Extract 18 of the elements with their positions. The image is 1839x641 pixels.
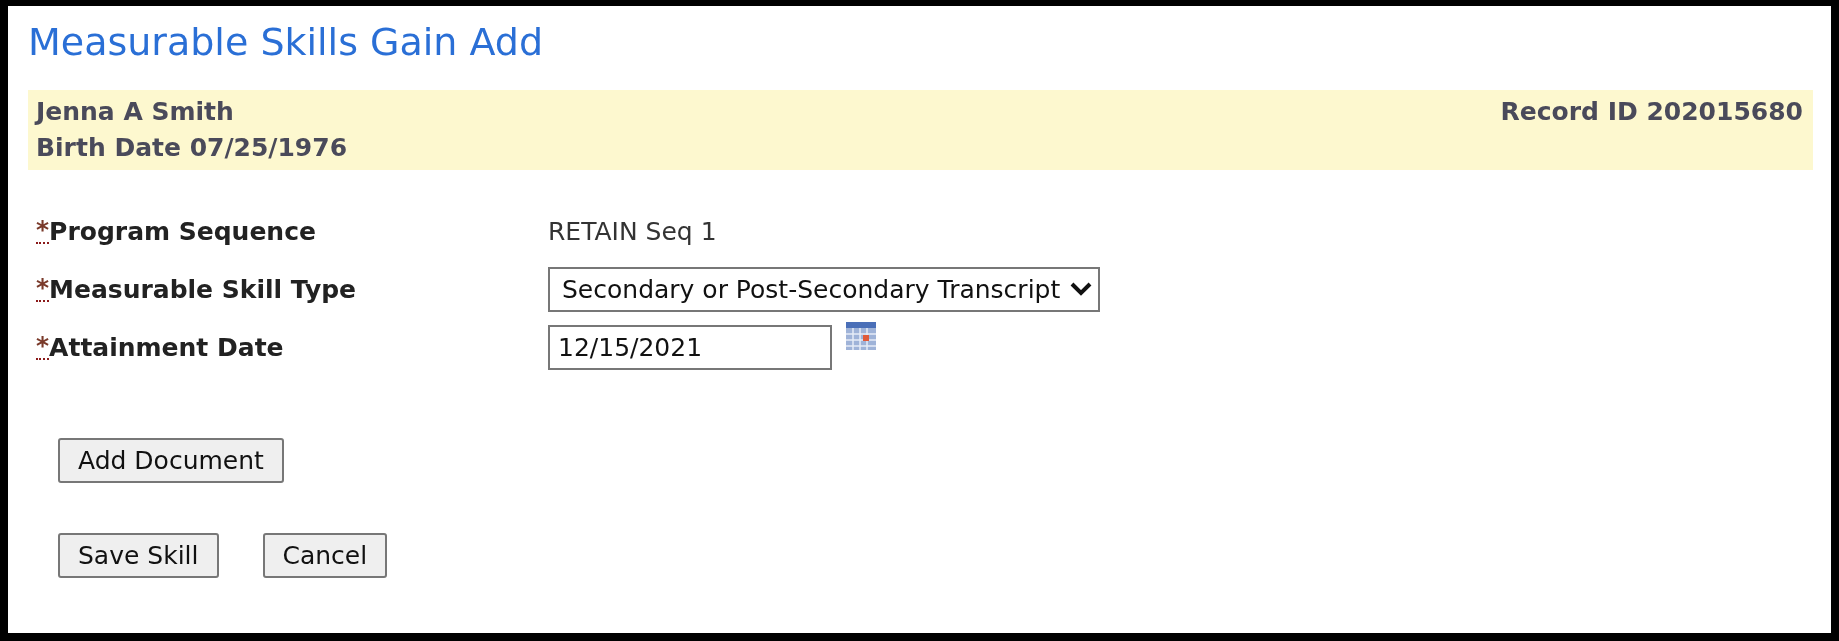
person-name: Jenna A Smith	[36, 96, 235, 128]
field-label: Program Sequence	[49, 216, 316, 246]
calendar-icon[interactable]	[846, 322, 876, 350]
field-label: Attainment Date	[49, 332, 284, 362]
field-label: Measurable Skill Type	[49, 274, 357, 304]
birth-date: Birth Date 07/25/1976	[36, 132, 348, 164]
record-id: Record ID 202015680	[1500, 96, 1803, 128]
page-title: Measurable Skills Gain Add	[28, 19, 545, 66]
add-document-button[interactable]: Add Document	[58, 438, 284, 483]
dropdown-field[interactable]: Secondary or Post-Secondary Transcript	[548, 266, 1101, 312]
field-value: RETAIN Seq 1	[548, 216, 717, 246]
form-button[interactable]: Cancel	[262, 533, 388, 578]
required-mark: *	[36, 276, 50, 302]
form-button[interactable]: Save Skill	[58, 533, 219, 578]
required-mark: *	[36, 334, 50, 360]
date-field[interactable]: 12/15/2021	[548, 324, 832, 370]
chevron-icon	[1070, 282, 1093, 296]
required-mark: *	[36, 218, 50, 244]
